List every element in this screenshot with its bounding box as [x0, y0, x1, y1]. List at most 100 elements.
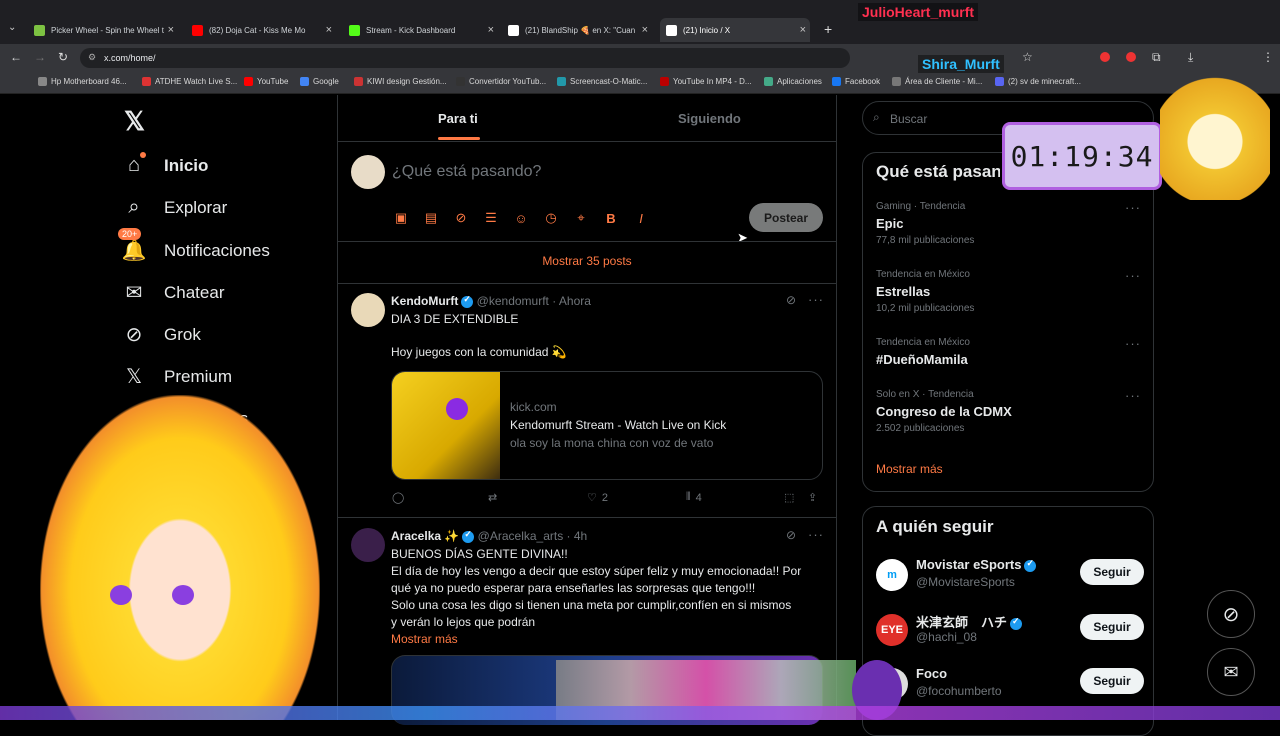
repost-button[interactable]: ⇄: [488, 491, 497, 504]
download-icon[interactable]: ⤓: [1188, 50, 1193, 65]
extension-icon[interactable]: [1126, 52, 1136, 62]
url-field[interactable]: x.com/home/: [80, 48, 850, 68]
close-icon[interactable]: ×: [800, 24, 806, 36]
more-icon[interactable]: ···: [808, 292, 824, 307]
bookmark-button[interactable]: ⬚: [784, 491, 794, 504]
extensions-puzzle-icon[interactable]: ⧉: [1152, 50, 1161, 65]
close-icon[interactable]: ×: [488, 24, 494, 36]
image-icon[interactable]: ▣: [393, 210, 409, 226]
close-icon[interactable]: ×: [642, 24, 648, 36]
more-icon[interactable]: ···: [1125, 268, 1141, 283]
location-icon[interactable]: ⌖: [573, 210, 589, 226]
reply-button[interactable]: ◯: [392, 491, 404, 504]
more-icon[interactable]: ···: [1125, 200, 1141, 215]
sidebar-item-grok[interactable]: ⊘ Grok: [120, 322, 201, 347]
follow-button[interactable]: Seguir: [1080, 668, 1144, 694]
more-icon[interactable]: ···: [1125, 388, 1141, 403]
follow-button[interactable]: Seguir: [1080, 614, 1144, 640]
site-info-icon[interactable]: ⚙: [88, 52, 96, 63]
bookmark-item[interactable]: Facebook: [832, 77, 880, 86]
browser-tab[interactable]: Stream - Kick Dashboard ×: [343, 18, 498, 42]
bookmark-item[interactable]: KIWI design Gestión...: [354, 77, 447, 86]
new-tab-button[interactable]: +: [824, 21, 832, 37]
trend-item[interactable]: Tendencia en México Estrellas 10,2 mil pub…: [876, 269, 1146, 314]
composer-input[interactable]: ¿Qué está pasando?: [392, 163, 541, 181]
bookmark-item[interactable]: ATDHE Watch Live S...: [142, 77, 237, 86]
sidebar-item-notificaciones[interactable]: 🔔 20+ Notificaciones: [118, 228, 270, 263]
grok-float-button[interactable]: ⊘: [1207, 590, 1255, 638]
tab-siguiendo[interactable]: Siguiendo: [678, 111, 741, 126]
schedule-icon[interactable]: ◷: [543, 210, 559, 226]
italic-icon[interactable]: I: [633, 210, 649, 226]
bookmark-label: Área de Cliente - Mi...: [905, 77, 983, 86]
follow-button[interactable]: Seguir: [1080, 559, 1144, 585]
bookmark-item[interactable]: Screencast-O-Matic...: [557, 77, 647, 86]
reload-icon[interactable]: ↻: [58, 50, 68, 64]
forward-icon[interactable]: →: [34, 50, 46, 64]
sidebar-item-chatear[interactable]: ✉ Chatear: [120, 280, 225, 305]
bookmark-item[interactable]: YouTube In MP4 - D...: [660, 77, 752, 86]
more-icon[interactable]: ···: [808, 527, 824, 542]
browser-tab[interactable]: Picker Wheel - Spin the Wheel t ×: [28, 18, 178, 42]
bookmark-item[interactable]: Convertidor YouTub...: [456, 77, 546, 86]
bookmark-item[interactable]: (2) sv de minecraft...: [995, 77, 1081, 86]
back-icon[interactable]: ←: [10, 50, 22, 64]
follow-suggestion[interactable]: Foco @focohumberto Seguir: [876, 664, 1144, 704]
post-handle[interactable]: @kendomurft · Ahora: [477, 294, 591, 308]
sidebar-item-premium[interactable]: 𝕏 Premium: [120, 364, 232, 389]
bold-icon[interactable]: B: [603, 210, 619, 226]
search-icon: ⌕: [128, 196, 140, 218]
post-author-name[interactable]: Aracelka ✨: [391, 529, 459, 543]
follow-suggestion[interactable]: EYE 米津玄師 ハチ@hachi_08 Seguir: [876, 610, 1144, 650]
suggestion-name[interactable]: Foco: [916, 666, 947, 681]
avatar[interactable]: [351, 293, 385, 327]
browser-tab[interactable]: (21) BlandShip 🍕 en X: "Cuan ×: [502, 18, 652, 42]
avatar[interactable]: [351, 155, 385, 189]
bookmark-item[interactable]: Hp Motherboard 46...: [38, 77, 127, 86]
gif-icon[interactable]: ▤: [423, 210, 439, 226]
browser-tab[interactable]: (21) Inicio / X ×: [660, 18, 810, 42]
extension-icon[interactable]: [1100, 52, 1110, 62]
avatar[interactable]: [351, 528, 385, 562]
poll-icon[interactable]: ☰: [483, 210, 499, 226]
share-button[interactable]: ⇪: [808, 491, 817, 504]
sidebar-item-explorar[interactable]: ⌕ Explorar: [120, 196, 227, 219]
suggestion-name[interactable]: Movistar eSports: [916, 557, 1037, 572]
browser-tab[interactable]: (82) Doja Cat - Kiss Me Mo ×: [186, 18, 336, 42]
grok-icon[interactable]: ⊘: [453, 210, 469, 226]
tab-list-icon[interactable]: ⌄: [8, 22, 16, 33]
tab-para-ti[interactable]: Para ti: [438, 111, 478, 126]
emoji-icon[interactable]: ☺: [513, 210, 529, 226]
post-button[interactable]: Postear: [749, 203, 823, 232]
trend-item[interactable]: Solo en X · Tendencia Congreso de la CDMX…: [876, 389, 1146, 434]
bookmark-item[interactable]: Área de Cliente - Mi...: [892, 77, 982, 86]
post-author-name[interactable]: KendoMurft: [391, 294, 458, 308]
star-icon[interactable]: ☆: [1022, 50, 1033, 64]
sidebar-item-inicio[interactable]: ⌂ Inicio: [120, 154, 208, 177]
show-more-link[interactable]: Mostrar más: [391, 631, 827, 648]
like-button[interactable]: ♡ 2: [587, 491, 608, 505]
show-more-trends[interactable]: Mostrar más: [876, 462, 943, 476]
close-icon[interactable]: ×: [326, 24, 332, 36]
views-button[interactable]: ⫴ 4: [686, 491, 702, 504]
menu-icon[interactable]: ⋮: [1262, 50, 1274, 64]
follow-suggestion[interactable]: m Movistar eSports @MovistareSports Seguir: [876, 555, 1144, 595]
bookmark-item[interactable]: YouTube: [244, 77, 288, 86]
post-handle[interactable]: @Aracelka_arts · 4h: [478, 529, 588, 543]
messages-float-button[interactable]: ✉: [1207, 648, 1255, 696]
trend-item[interactable]: Gaming · Tendencia Epic 77,8 mil publicaci…: [876, 201, 1146, 246]
link-card[interactable]: kick.com Kendomurft Stream - Watch Live …: [391, 371, 823, 480]
bookmark-item[interactable]: Aplicaciones: [764, 77, 822, 86]
show-posts-link[interactable]: Mostrar 35 posts: [337, 254, 837, 268]
link-card-title: Kendomurft Stream - Watch Live on Kick: [510, 418, 727, 432]
grok-icon[interactable]: ⊘: [786, 293, 796, 307]
more-icon[interactable]: ···: [1125, 336, 1141, 351]
suggestion-name[interactable]: 米津玄師 ハチ: [916, 612, 1023, 631]
grok-icon[interactable]: ⊘: [786, 528, 796, 542]
close-icon[interactable]: ×: [168, 24, 174, 36]
avatar[interactable]: m: [876, 559, 908, 591]
x-logo-icon[interactable]: 𝕏: [124, 106, 145, 137]
bookmark-item[interactable]: Google: [300, 77, 339, 86]
trend-item[interactable]: Tendencia en México #DueñoMamila: [876, 337, 1146, 371]
avatar[interactable]: EYE: [876, 614, 908, 646]
